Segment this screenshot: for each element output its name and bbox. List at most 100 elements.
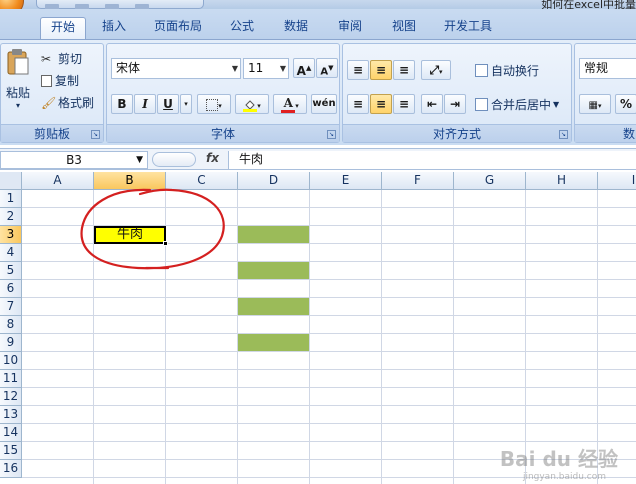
filled-cell[interactable] — [238, 334, 310, 352]
tab-developer[interactable]: 开发工具 — [438, 17, 498, 39]
decrease-indent-button[interactable]: ⇤ — [421, 94, 443, 114]
underline-dropdown[interactable]: ▾ — [180, 94, 192, 114]
align-right-button[interactable]: ≡ — [393, 94, 415, 114]
fill-handle[interactable] — [163, 241, 168, 246]
dialog-launcher-icon[interactable]: ↘ — [559, 130, 568, 139]
copy-icon — [41, 74, 52, 87]
formula-input[interactable]: 牛肉 — [228, 151, 636, 169]
tab-home[interactable]: 开始 — [40, 17, 86, 39]
italic-button[interactable]: I — [134, 94, 156, 114]
merge-center-button[interactable]: 合并后居中 ▼ — [475, 96, 559, 113]
grid-line — [381, 190, 382, 484]
grid-line — [22, 369, 636, 370]
row-header[interactable]: 4 — [0, 244, 22, 262]
row-header[interactable]: 11 — [0, 370, 22, 388]
row-header[interactable]: 12 — [0, 388, 22, 406]
phonetic-button[interactable]: wén — [311, 94, 337, 114]
tab-review[interactable]: 审阅 — [332, 17, 368, 39]
column-header[interactable]: G — [454, 172, 526, 190]
worksheet-grid[interactable]: A B C D E F G H I 1 2 3 4 5 6 7 8 9 10 11 12 13 14 15 16 牛肉 — [0, 172, 636, 484]
align-top-button[interactable]: ≡ — [347, 60, 369, 80]
filled-cell[interactable] — [238, 226, 310, 244]
copy-button[interactable]: 复制 — [41, 72, 79, 89]
align-left-button[interactable]: ≡ — [347, 94, 369, 114]
filled-cell[interactable] — [238, 262, 310, 280]
font-group: 宋体 ▼ 11 ▼ A▲ A▼ B I U ▾ ▾ ▾ A ▾ wén 字体 ↘ — [106, 43, 340, 143]
office-button[interactable] — [0, 0, 24, 9]
font-color-button[interactable]: A ▾ — [273, 94, 307, 114]
cut-button[interactable]: ✂ 剪切 — [41, 50, 82, 67]
align-bottom-button[interactable]: ≡ — [393, 60, 415, 80]
row-header[interactable]: 8 — [0, 316, 22, 334]
bold-button[interactable]: B — [111, 94, 133, 114]
scissors-icon: ✂ — [41, 51, 52, 66]
row-header[interactable]: 2 — [0, 208, 22, 226]
column-header[interactable]: I — [598, 172, 636, 190]
dialog-launcher-icon[interactable]: ↘ — [91, 130, 100, 139]
grow-font-button[interactable]: A▲ — [293, 58, 315, 78]
font-name-select[interactable]: 宋体 ▼ — [111, 58, 241, 79]
tab-data[interactable]: 数据 — [278, 17, 314, 39]
row-header[interactable]: 14 — [0, 424, 22, 442]
row-header[interactable]: 13 — [0, 406, 22, 424]
align-left-icon: ≡ — [352, 97, 364, 111]
row-header[interactable]: 15 — [0, 442, 22, 460]
column-header[interactable]: H — [526, 172, 598, 190]
accounting-format-button[interactable]: ▦▾ — [579, 94, 611, 114]
tab-formulas[interactable]: 公式 — [224, 17, 260, 39]
format-painter-button[interactable]: 🖌 格式刷 — [41, 94, 94, 111]
select-all-button[interactable] — [0, 172, 22, 190]
column-header[interactable]: E — [310, 172, 382, 190]
chevron-down-icon: ▾ — [257, 102, 261, 110]
align-center-icon: ≡ — [375, 97, 387, 111]
grid-line — [22, 387, 636, 388]
column-header[interactable]: A — [22, 172, 94, 190]
paste-icon — [7, 49, 29, 75]
grid-line — [22, 279, 636, 280]
number-group: 常规 ▦▾ % 数 — [574, 43, 636, 143]
filled-cell[interactable] — [238, 298, 310, 316]
row-header[interactable]: 7 — [0, 298, 22, 316]
font-size-select[interactable]: 11 ▼ — [243, 58, 289, 79]
row-header[interactable]: 5 — [0, 262, 22, 280]
insert-function-button[interactable]: fx — [206, 151, 219, 165]
row-header[interactable]: 10 — [0, 352, 22, 370]
tab-view[interactable]: 视图 — [386, 17, 422, 39]
tab-insert[interactable]: 插入 — [96, 17, 132, 39]
column-header[interactable]: C — [166, 172, 238, 190]
paste-button[interactable]: 粘贴 ▾ — [3, 48, 33, 110]
name-box[interactable]: B3 ▼ — [0, 151, 148, 169]
underline-button[interactable]: U — [157, 94, 179, 114]
align-middle-button[interactable]: ≡ — [370, 60, 392, 80]
column-header[interactable]: B — [94, 172, 166, 190]
row-header[interactable]: 6 — [0, 280, 22, 298]
shrink-font-button[interactable]: A▼ — [316, 58, 338, 78]
tab-page-layout[interactable]: 页面布局 — [148, 17, 208, 39]
grid-line — [22, 351, 636, 352]
percent-button[interactable]: % — [615, 94, 636, 114]
grid-line — [597, 190, 598, 484]
orientation-button[interactable]: ⤢▾ — [421, 60, 451, 80]
align-center-button[interactable]: ≡ — [370, 94, 392, 114]
grid-line — [22, 423, 636, 424]
increase-indent-button[interactable]: ⇥ — [444, 94, 466, 114]
chevron-down-icon: ▾ — [15, 101, 20, 110]
paint-bucket-icon — [243, 98, 258, 112]
dialog-launcher-icon[interactable]: ↘ — [327, 130, 336, 139]
row-header[interactable]: 1 — [0, 190, 22, 208]
merge-icon — [475, 98, 488, 111]
column-header[interactable]: D — [238, 172, 310, 190]
row-header[interactable]: 16 — [0, 460, 22, 478]
brush-icon: 🖌 — [41, 95, 57, 110]
fill-color-button[interactable]: ▾ — [235, 94, 269, 114]
active-cell[interactable]: 牛肉 — [94, 226, 166, 244]
row-header[interactable]: 3 — [0, 226, 22, 244]
borders-button[interactable]: ▾ — [197, 94, 231, 114]
row-header[interactable]: 9 — [0, 334, 22, 352]
wrap-text-button[interactable]: 自动换行 — [475, 62, 539, 79]
chevron-down-icon: ▼ — [136, 155, 143, 165]
column-header[interactable]: F — [382, 172, 454, 190]
formula-bar-resize-handle[interactable] — [152, 152, 196, 167]
number-format-select[interactable]: 常规 — [579, 58, 636, 79]
chevron-down-icon: ▾ — [218, 102, 222, 110]
